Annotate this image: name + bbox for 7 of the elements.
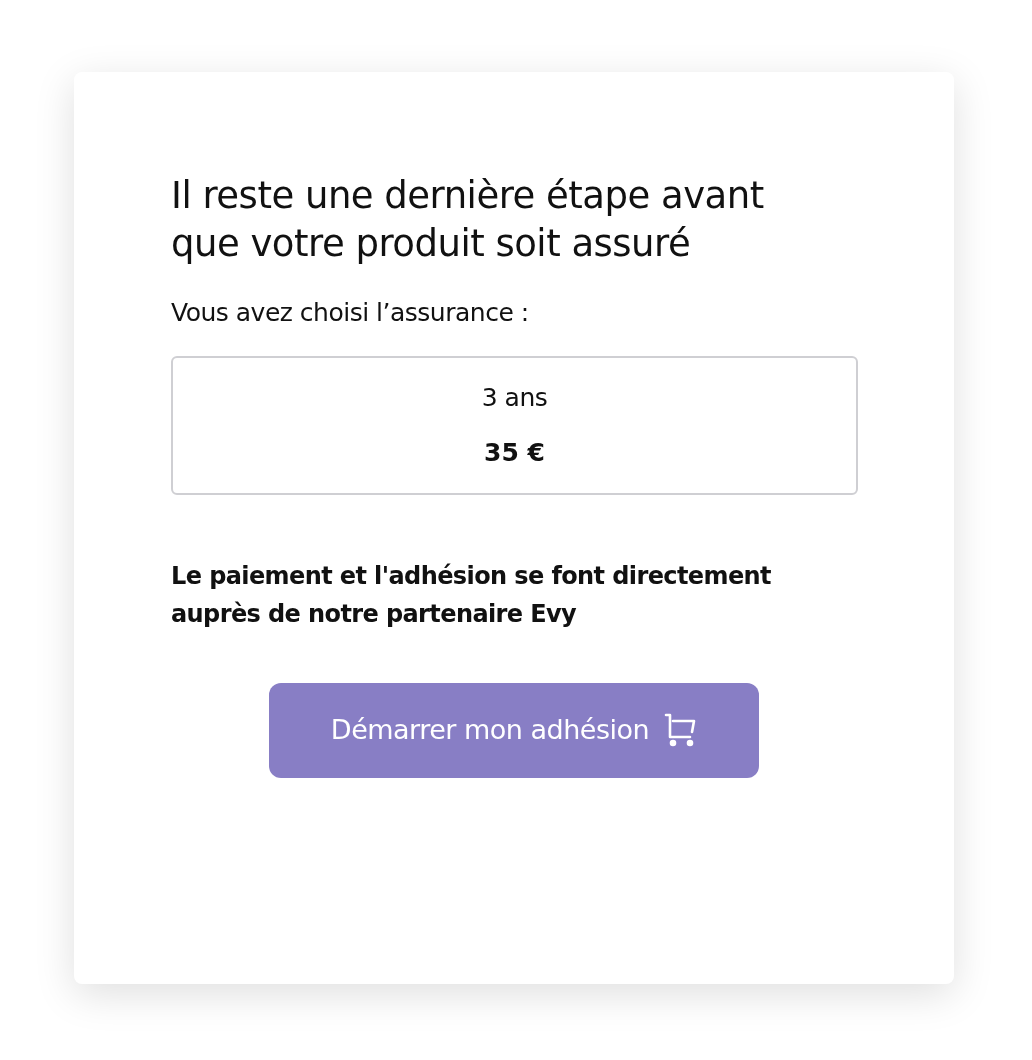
intro-text: Vous avez choisi l’assurance : — [171, 297, 530, 329]
cart-icon — [663, 713, 698, 747]
duration-text: 3 ans — [481, 381, 548, 414]
price-text: 35 € — [484, 437, 545, 469]
start-button[interactable]: Démarrer mon adhésion — [269, 682, 759, 778]
notice-text: Le paiement et l'adhésion se font directement auprès de notre partenaire Evy — [171, 560, 772, 630]
heading: Il reste une dernière étape avant que votre produit soit assuré — [171, 173, 765, 267]
